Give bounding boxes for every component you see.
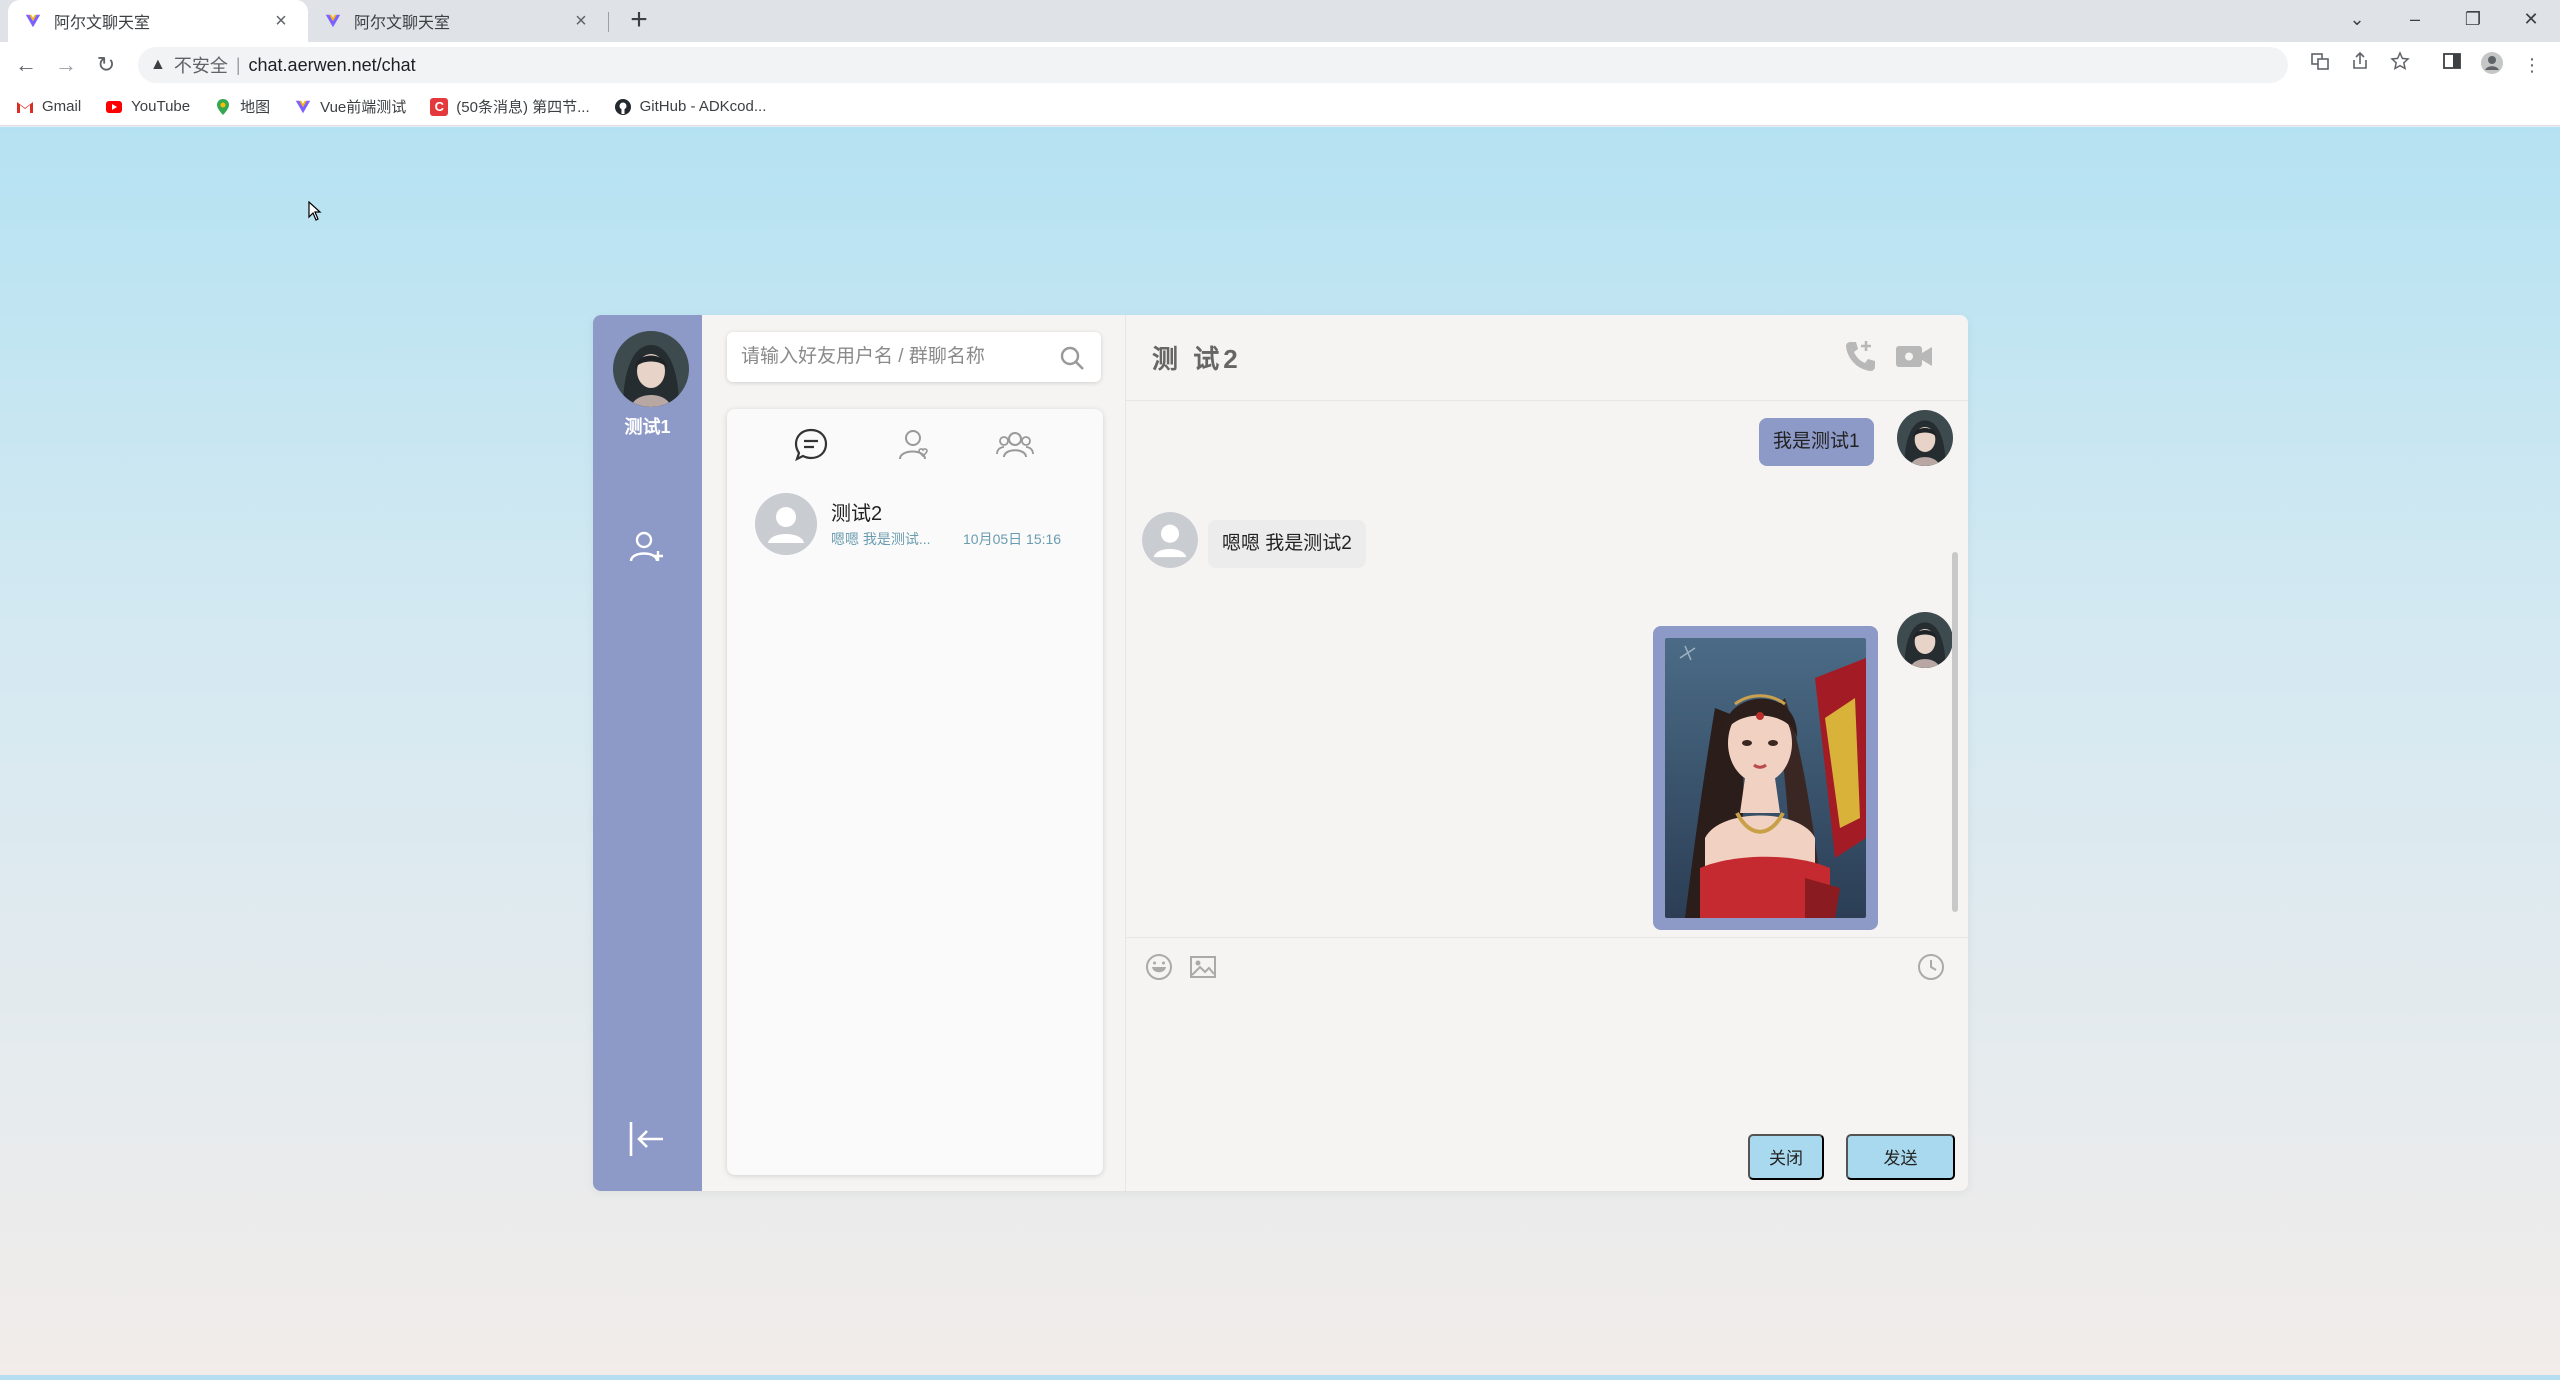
minimize-icon[interactable]: – (2386, 0, 2444, 38)
my-message-bubble[interactable]: 我是测试1 (1759, 418, 1874, 466)
address-divider: | (235, 54, 241, 75)
tab-close-icon[interactable]: × (570, 10, 592, 33)
page-background: 测试1 请输入好友用户名 / 群聊名称 测试2 嗯嗯 我是测试... 10月05… (0, 127, 2560, 1380)
chat-panel: 测 试2 我是测试1 嗯嗯 我是测试2 关闭 发送 (1126, 315, 1968, 1191)
contact-message-bubble[interactable]: 嗯嗯 我是测试2 (1208, 520, 1366, 568)
tab-search-dropdown-icon[interactable]: ⌄ (2328, 0, 2386, 38)
page-bottom-edge (0, 1375, 2560, 1380)
vue-icon (294, 98, 312, 116)
vue-favicon-icon (325, 14, 341, 28)
bookmark-maps[interactable]: 地图 (214, 96, 270, 117)
mouse-cursor-icon (308, 201, 322, 221)
shared-image[interactable] (1665, 638, 1866, 918)
side-panel-icon[interactable] (2438, 51, 2466, 79)
contact-last-message: 嗯嗯 我是测试... (831, 531, 931, 547)
conversation-list-panel: 测试2 嗯嗯 我是测试... 10月05日 15:16 (727, 409, 1103, 1175)
tab-title: 阿尔文聊天室 (54, 15, 151, 32)
csdn-icon: C (430, 97, 449, 116)
add-friend-icon[interactable] (627, 527, 667, 567)
bookmark-gmail[interactable]: Gmail (16, 98, 81, 116)
video-call-icon[interactable] (1894, 339, 1934, 373)
logout-icon[interactable] (625, 1118, 667, 1160)
menu-kebab-icon[interactable]: ⋮ (2518, 51, 2546, 79)
emoji-icon[interactable] (1144, 952, 1174, 982)
image-upload-icon[interactable] (1188, 952, 1218, 982)
my-avatar[interactable] (613, 331, 689, 407)
contact-message-avatar[interactable] (1142, 512, 1198, 568)
bookmark-label: Gmail (42, 98, 82, 115)
new-tab-button[interactable]: + (622, 4, 656, 38)
my-message-avatar[interactable] (1897, 410, 1953, 466)
close-window-icon[interactable]: ✕ (2502, 0, 2560, 38)
sidebar: 测试1 (593, 315, 702, 1191)
contact-time: 10月05日 15:16 (963, 531, 1062, 547)
share-icon[interactable] (2346, 51, 2374, 79)
security-label[interactable]: 不安全 (174, 52, 228, 78)
maps-icon (214, 98, 232, 116)
browser-tab[interactable]: 阿尔文聊天室 × (308, 0, 608, 42)
bookmark-youtube[interactable]: YouTube (105, 98, 190, 116)
tab-close-icon[interactable]: × (270, 10, 292, 33)
bookmark-star-icon[interactable] (2386, 51, 2414, 79)
tab-title: 阿尔文聊天室 (354, 15, 451, 32)
youtube-icon (105, 98, 123, 116)
bookmarks-bar: Gmail YouTube 地图 Vue前端测试 C (50条消息) 第四节..… (0, 88, 2560, 126)
gmail-icon (16, 98, 34, 116)
history-clock-icon[interactable] (1916, 952, 1946, 982)
chat-header: 测 试2 (1126, 315, 1968, 401)
voice-call-icon[interactable] (1842, 337, 1880, 375)
browser-toolbar: ← → ↻ ▲ 不安全 | chat.aerwen.net/chat ⋮ (0, 42, 2560, 88)
chat-app-window: 测试1 请输入好友用户名 / 群聊名称 测试2 嗯嗯 我是测试... 10月05… (593, 315, 1968, 1191)
search-input[interactable] (741, 342, 1041, 372)
browser-tab-bar: 阿尔文聊天室 × 阿尔文聊天室 × + ⌄ – ❐ ✕ (0, 0, 2560, 42)
tab-groups-icon[interactable] (995, 425, 1035, 465)
my-username: 测试1 (624, 417, 671, 437)
tab-separator (608, 12, 609, 32)
warning-icon[interactable]: ▲ (150, 56, 166, 74)
message-input-area[interactable]: 关闭(c) 发送(Enter) (1126, 937, 1968, 1191)
github-icon (614, 98, 632, 116)
bookmark-label: YouTube (131, 98, 191, 115)
forward-icon[interactable]: → (50, 49, 82, 81)
contact-name: 测试2 (831, 503, 883, 525)
my-message-avatar[interactable] (1897, 612, 1953, 668)
reload-icon[interactable]: ↻ (90, 49, 122, 81)
profile-icon[interactable] (2478, 51, 2506, 79)
bookmark-label: (50条消息) 第四节... (456, 99, 590, 116)
bookmark-label: Vue前端测试 (320, 99, 407, 116)
send-button[interactable]: 发送(Enter) (1846, 1134, 1955, 1180)
bookmark-csdn[interactable]: C (50条消息) 第四节... (430, 96, 590, 117)
bookmark-label: GitHub - ADKcod... (639, 98, 767, 115)
bookmark-github[interactable]: GitHub - ADKcod... (614, 98, 767, 116)
chat-title: 测 试2 (1152, 344, 1242, 374)
tab-friends-icon[interactable] (895, 425, 935, 465)
address-bar[interactable]: ▲ 不安全 | chat.aerwen.net/chat (138, 47, 2288, 83)
bookmark-label: 地图 (240, 99, 271, 116)
bookmark-vue[interactable]: Vue前端测试 (294, 96, 406, 117)
restore-icon[interactable]: ❐ (2444, 0, 2502, 38)
contact-item[interactable]: 测试2 嗯嗯 我是测试... 10月05日 15:16 (755, 489, 1085, 559)
close-button[interactable]: 关闭(c) (1748, 1134, 1824, 1180)
url-text[interactable]: chat.aerwen.net/chat (249, 55, 416, 76)
contact-avatar (755, 493, 817, 555)
back-icon[interactable]: ← (10, 49, 42, 81)
message-scrollbar[interactable] (1952, 552, 1958, 912)
browser-tab-active[interactable]: 阿尔文聊天室 × (8, 0, 308, 42)
my-image-message[interactable] (1653, 626, 1878, 930)
vue-favicon-icon (25, 14, 41, 28)
translate-icon[interactable] (2306, 51, 2334, 79)
search-box (727, 332, 1101, 382)
search-icon[interactable] (1059, 345, 1085, 371)
message-list: 我是测试1 嗯嗯 我是测试2 (1126, 402, 1968, 937)
tab-chats-icon[interactable] (791, 425, 831, 465)
